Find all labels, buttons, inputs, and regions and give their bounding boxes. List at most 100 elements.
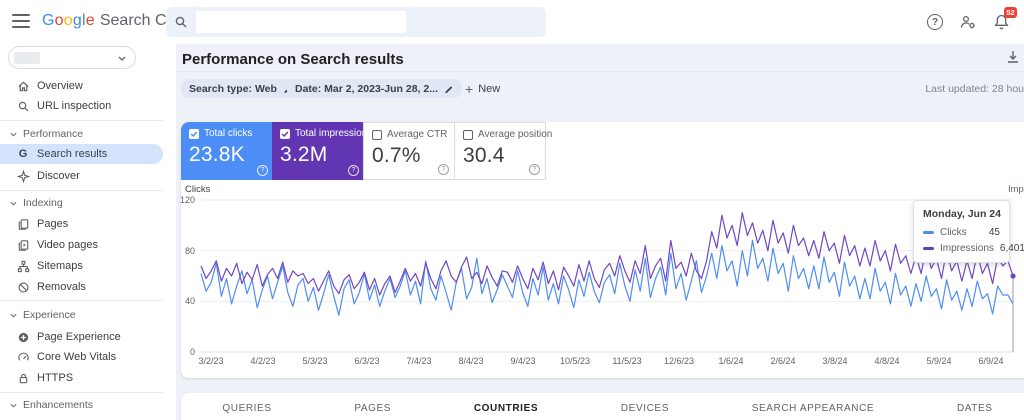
google-logo-letter: G [42,12,55,29]
sidebar-item-search-results[interactable]: G Search results [0,144,163,164]
y-axis-tick: 40 [184,296,195,307]
section-indexing[interactable]: Indexing [10,195,63,211]
tab-devices[interactable]: DEVICES [621,403,669,414]
sidebar-item-label: Video pages [37,239,98,251]
sidebar-item-label: Page Experience [37,331,121,343]
google-logo-letter: e [85,12,95,29]
help-icon[interactable] [529,164,540,175]
x-axis-tick: 4/8/24 [874,356,900,366]
checkbox-checked-icon[interactable] [280,128,290,139]
metric-card-average-ctr[interactable]: Average CTR 0.7% [363,122,455,180]
sidebar-item-url-inspection[interactable]: URL inspection [0,96,163,116]
metric-label: Average CTR [387,129,448,140]
sidebar-item-page-experience[interactable]: Page Experience [0,327,163,347]
metric-label: Total clicks [204,128,253,139]
sidebar-item-video-pages[interactable]: Video pages [0,235,163,255]
tooltip-date: Monday, Jun 24 [923,208,1001,220]
hamburger-menu-icon[interactable] [12,14,30,28]
filter-chip-date-range[interactable]: Date: Mar 2, 2023-Jun 28, 2... [287,79,462,98]
removal-icon [16,280,30,294]
x-axis-tick: 6/9/24 [978,356,1004,366]
global-search-bar[interactable] [166,7,546,37]
chevron-down-icon [10,313,17,318]
y-axis-label-impressions: Impr [1008,184,1024,195]
sidebar-item-overview[interactable]: Overview [0,76,163,96]
checkbox-unchecked-icon[interactable] [372,129,382,140]
section-enhancements[interactable]: Enhancements [10,397,93,413]
section-experience[interactable]: Experience [10,307,76,323]
tab-queries[interactable]: QUERIES [222,403,271,414]
x-axis-tick: 4/2/23 [250,356,276,366]
tooltip-row-clicks: Clicks 45 [923,227,1000,238]
metric-label: Average position [478,129,553,140]
notifications-bell-icon[interactable]: 52 [993,7,1017,31]
help-icon[interactable] [438,164,449,175]
tab-pages[interactable]: PAGES [354,403,391,414]
google-logo-letter: o [63,12,73,29]
sidebar-item-pages[interactable]: Pages [0,214,163,234]
property-selector[interactable] [8,46,136,69]
export-icon[interactable] [1005,49,1021,65]
video-page-icon [16,238,30,252]
x-axis-tick: 10/5/23 [559,356,591,366]
filter-chip-search-type[interactable]: Search type: Web [181,79,301,98]
tooltip-row-impressions: Impressions 6,401 [923,243,1024,254]
checkbox-checked-icon[interactable] [189,128,199,139]
gauge-icon [16,350,30,364]
help-icon[interactable] [348,165,359,176]
tooltip-series-value: 45 [988,227,1000,238]
google-logo-letter: g [72,12,82,29]
tab-countries[interactable]: COUNTRIES [474,403,538,414]
sidebar-item-label: HTTPS [37,372,74,384]
sidebar-item-removals[interactable]: Removals [0,277,163,297]
sidebar-item-https[interactable]: HTTPS [0,368,163,388]
sidebar-item-label: URL inspection [37,100,112,112]
sidebar-item-label: Removals [37,281,86,293]
sidebar: Overview URL inspection Performance G Se… [0,44,176,420]
clicks-series-swatch [923,231,934,234]
tab-search-appearance[interactable]: SEARCH APPEARANCE [752,403,874,414]
filter-chip-label: Search type: Web [189,82,277,95]
sidebar-item-core-web-vitals[interactable]: Core Web Vitals [0,347,163,367]
search-query-redacted [196,11,406,33]
divider [0,392,163,393]
performance-chart-card: Total clicks 23.8K Total impressions 3.2… [180,122,1024,378]
new-filter-button[interactable]: + New [465,79,500,98]
section-label: Indexing [23,197,63,209]
help-icon[interactable]: ? [927,14,943,30]
user-settings-icon[interactable] [959,14,977,30]
divider [0,190,163,191]
metric-card-average-position[interactable]: Average position 30.4 [454,122,552,180]
metric-card-total-clicks[interactable]: Total clicks 23.8K [181,122,273,180]
sparkle-icon [16,169,30,183]
chevron-down-icon [10,403,17,408]
x-axis-tick: 5/9/24 [926,356,952,366]
sidebar-item-label: Search results [37,148,108,160]
checkbox-unchecked-icon[interactable] [463,129,473,140]
metric-card-total-impressions[interactable]: Total impressions 3.2M [272,122,372,180]
chevron-down-icon [10,201,17,206]
metric-value: 30.4 [463,144,505,167]
metric-value: 0.7% [372,144,421,167]
x-axis-tick: 7/4/23 [406,356,432,366]
metric-value: 3.2M [280,143,328,166]
performance-line-chart[interactable]: 120 80 40 0 3/2/23 4/2/23 5/3/23 6/3/23 7/4/23 8… [180,195,1024,366]
help-icon[interactable] [257,165,268,176]
dimension-tabs-card: QUERIES PAGES COUNTRIES DEVICES SEARCH A… [181,393,1024,420]
plus-icon: + [465,80,474,97]
metric-value: 23.8K [189,143,245,166]
search-icon [16,99,30,113]
section-performance[interactable]: Performance [10,126,83,142]
google-logo: Google [42,12,95,30]
sidebar-item-discover[interactable]: Discover [0,166,163,186]
divider [176,71,1024,72]
top-app-bar: Google Search Console ? 52 [0,0,1024,44]
new-filter-label: New [478,82,501,95]
sidebar-item-label: Overview [37,80,83,92]
tab-dates[interactable]: DATES [957,403,993,414]
edit-pencil-icon[interactable] [444,84,454,94]
sidebar-item-label: Core Web Vitals [37,351,117,363]
sidebar-item-label: Pages [37,218,69,230]
sidebar-item-sitemaps[interactable]: Sitemaps [0,256,163,276]
y-axis-tick: 120 [179,195,195,205]
